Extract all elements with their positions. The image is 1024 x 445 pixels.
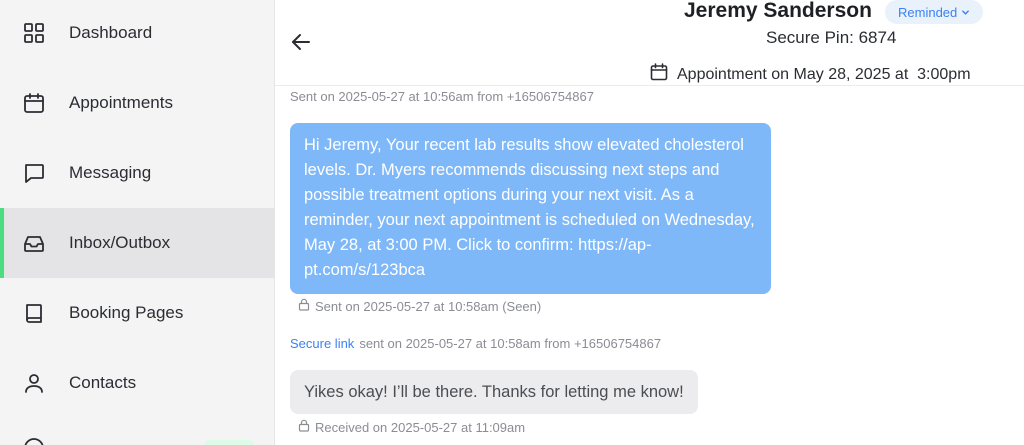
sidebar-item-messaging[interactable]: Messaging (0, 138, 275, 208)
secure-link-text: sent on 2025-05-27 at 10:58am from +1650… (359, 336, 662, 351)
incoming-message: Yikes okay! I’ll be there. Thanks for le… (290, 370, 698, 414)
outgoing-message: Hi Jeremy, Your recent lab results show … (290, 123, 771, 294)
secure-link-meta: Secure link sent on 2025-05-27 at 10:58a… (290, 336, 661, 351)
status-label: Reminded (898, 4, 958, 20)
contact-name: Jeremy Sanderson (684, 0, 872, 22)
help-icon[interactable] (22, 436, 46, 445)
conversation-panel: Jeremy Sanderson Reminded Secure Pin: 68… (275, 0, 1024, 445)
lock-icon (298, 298, 310, 314)
back-arrow-icon[interactable] (289, 30, 313, 54)
secure-pin: Secure Pin: 6874 (766, 28, 897, 47)
sidebar-item-label: Booking Pages (69, 303, 184, 322)
appointment-text: Appointment on May 28, 2025 at 3:00pm (677, 65, 971, 83)
book-icon (22, 301, 46, 325)
message-status: Sent on 2025-05-27 at 10:58am (Seen) (298, 298, 541, 314)
chat-icon (22, 161, 46, 185)
sidebar-item-label: Messaging (69, 163, 152, 182)
message-status-text: Sent on 2025-05-27 at 10:58am (Seen) (315, 298, 542, 314)
sidebar: Dashboard Appointments Messaging Inbox/O… (0, 0, 275, 445)
message-meta: Sent on 2025-05-27 at 10:56am from +1650… (290, 89, 594, 104)
conversation-header: Jeremy Sanderson Reminded Secure Pin: 68… (275, 0, 1024, 86)
sidebar-item-booking-pages[interactable]: Booking Pages (0, 278, 275, 348)
chevron-down-icon (961, 5, 970, 20)
secure-link[interactable]: Secure link (290, 336, 354, 351)
status-dropdown[interactable]: Reminded (885, 0, 984, 24)
lock-icon (298, 419, 310, 435)
sidebar-item-label: Dashboard (69, 23, 153, 42)
message-status: Received on 2025-05-27 at 11:09am (298, 419, 525, 435)
sidebar-item-label: Inbox/Outbox (69, 233, 171, 252)
sidebar-item-appointments[interactable]: Appointments (0, 68, 275, 138)
sidebar-item-inbox-outbox[interactable]: Inbox/Outbox (0, 208, 275, 278)
grid-icon (22, 21, 46, 45)
calendar-icon (22, 91, 46, 115)
user-icon (22, 371, 46, 395)
appointment-info[interactable]: Appointment on May 28, 2025 at 3:00pm (650, 63, 971, 86)
sidebar-item-label: Contacts (69, 373, 137, 392)
inbox-icon (22, 231, 46, 255)
sidebar-item-contacts[interactable]: Contacts (0, 348, 275, 418)
sidebar-item-dashboard[interactable]: Dashboard (0, 0, 275, 68)
sidebar-item-label: Appointments (69, 93, 173, 112)
calendar-icon (650, 63, 668, 86)
message-status-text: Received on 2025-05-27 at 11:09am (315, 419, 526, 435)
status-badge (204, 440, 254, 445)
